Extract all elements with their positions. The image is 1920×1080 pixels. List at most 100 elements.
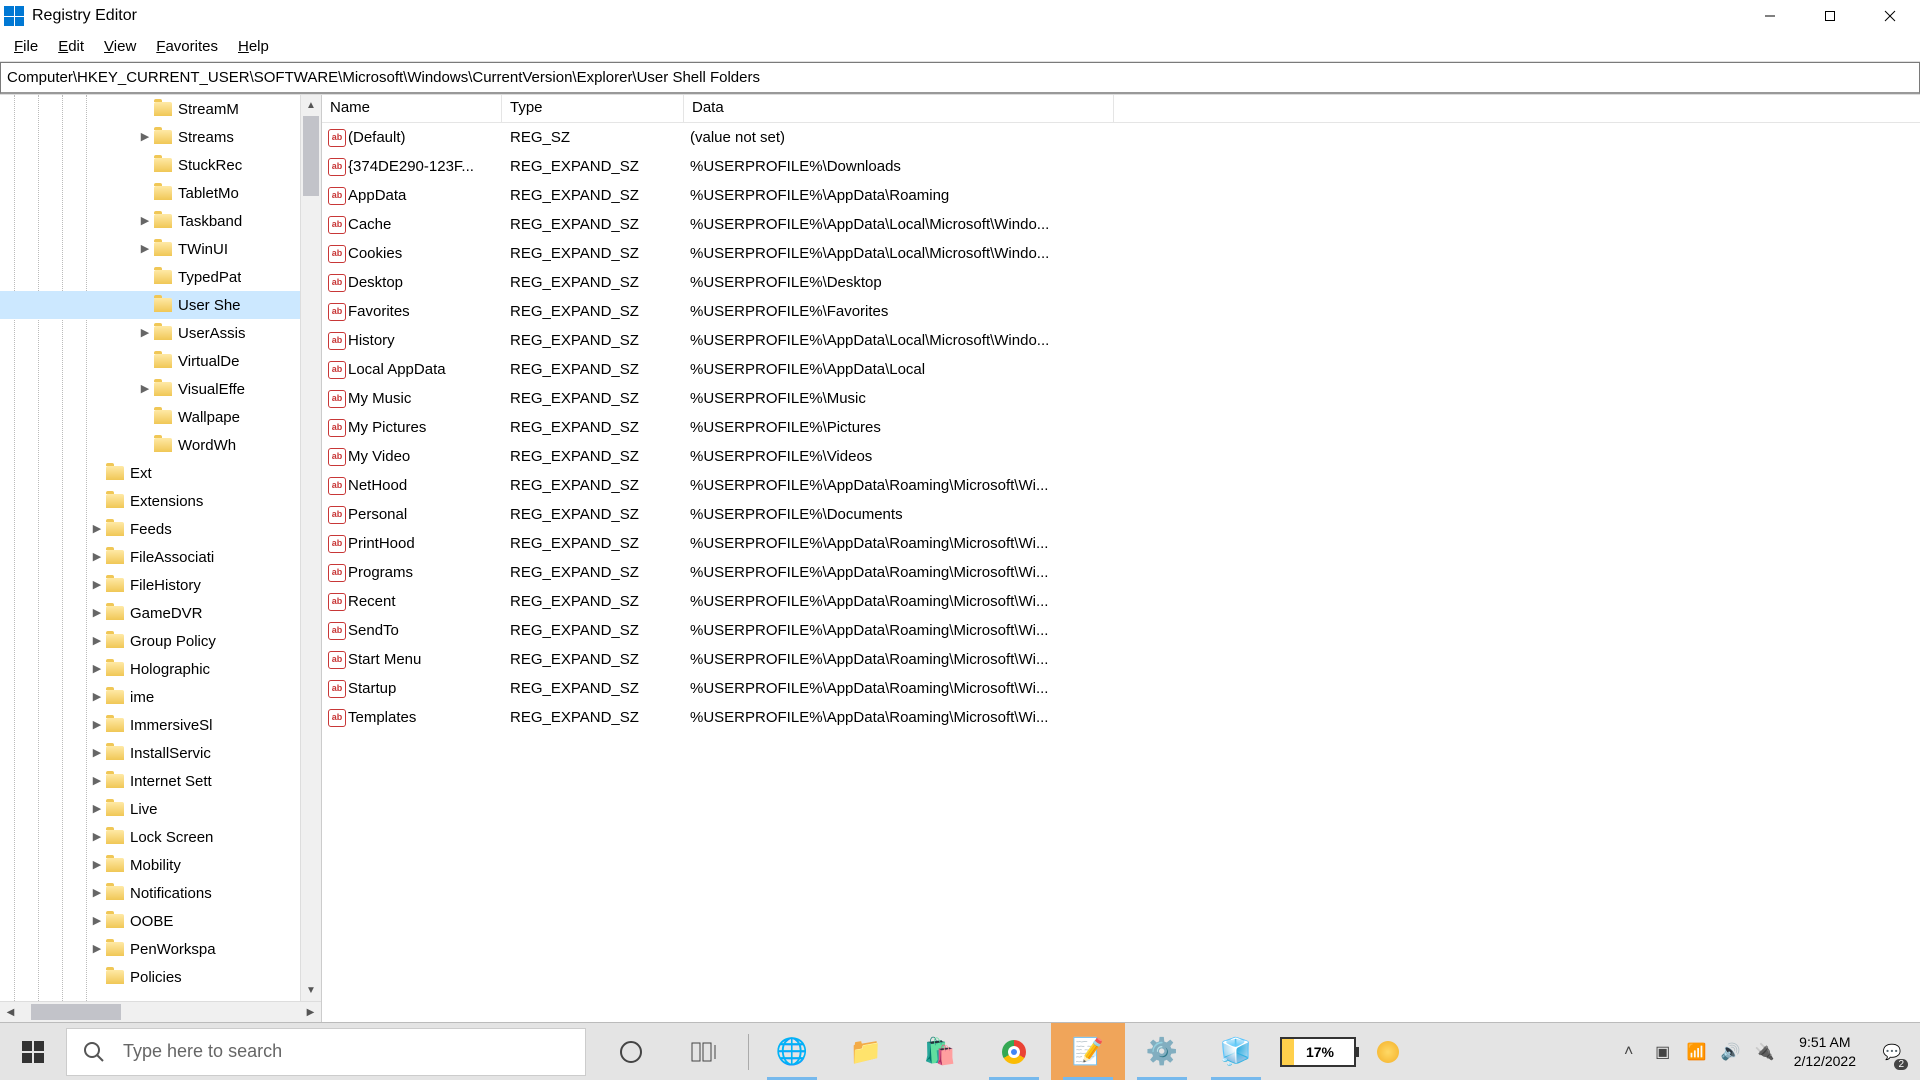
taskbar-app-store[interactable]: 🛍️ xyxy=(903,1023,977,1080)
expand-icon[interactable]: ▶ xyxy=(137,214,153,227)
column-type[interactable]: Type xyxy=(502,95,684,122)
tree-node[interactable]: ▶Taskband xyxy=(0,207,300,235)
tree-node[interactable]: ▶UserAssis xyxy=(0,319,300,347)
maximize-button[interactable] xyxy=(1800,0,1860,32)
minimize-button[interactable] xyxy=(1740,0,1800,32)
registry-value-row[interactable]: SendToREG_EXPAND_SZ%USERPROFILE%\AppData… xyxy=(322,616,1920,645)
tree-node[interactable]: ▶Feeds xyxy=(0,515,300,543)
tree-vertical-scrollbar[interactable]: ▲ ▼ xyxy=(300,95,321,1001)
registry-value-row[interactable]: PersonalREG_EXPAND_SZ%USERPROFILE%\Docum… xyxy=(322,500,1920,529)
tree-node[interactable]: StreamM xyxy=(0,95,300,123)
expand-icon[interactable]: ▶ xyxy=(137,382,153,395)
expand-icon[interactable]: ▶ xyxy=(89,858,105,871)
tree-node[interactable]: Policies xyxy=(0,963,300,991)
expand-icon[interactable]: ▶ xyxy=(89,550,105,563)
tree-node[interactable]: ▶Holographic xyxy=(0,655,300,683)
start-button[interactable] xyxy=(0,1023,66,1080)
scroll-thumb[interactable] xyxy=(31,1004,121,1020)
menu-edit[interactable]: Edit xyxy=(48,34,94,59)
expand-icon[interactable]: ▶ xyxy=(89,886,105,899)
registry-value-row[interactable]: DesktopREG_EXPAND_SZ%USERPROFILE%\Deskto… xyxy=(322,268,1920,297)
registry-value-row[interactable]: My PicturesREG_EXPAND_SZ%USERPROFILE%\Pi… xyxy=(322,413,1920,442)
scroll-thumb[interactable] xyxy=(303,116,319,196)
registry-value-row[interactable]: FavoritesREG_EXPAND_SZ%USERPROFILE%\Favo… xyxy=(322,297,1920,326)
cortana-button[interactable] xyxy=(594,1023,668,1080)
menu-file[interactable]: File xyxy=(4,34,48,59)
tree-node[interactable]: ▶VisualEffe xyxy=(0,375,300,403)
registry-value-row[interactable]: (Default)REG_SZ(value not set) xyxy=(322,123,1920,152)
taskbar-battery-widget[interactable]: 17% xyxy=(1273,1023,1363,1080)
registry-value-row[interactable]: ProgramsREG_EXPAND_SZ%USERPROFILE%\AppDa… xyxy=(322,558,1920,587)
menu-help[interactable]: Help xyxy=(228,34,279,59)
tree-node[interactable]: ▶Live xyxy=(0,795,300,823)
registry-value-row[interactable]: CacheREG_EXPAND_SZ%USERPROFILE%\AppData\… xyxy=(322,210,1920,239)
registry-value-row[interactable]: {374DE290-123F...REG_EXPAND_SZ%USERPROFI… xyxy=(322,152,1920,181)
tree-node[interactable]: Wallpape xyxy=(0,403,300,431)
registry-value-row[interactable]: TemplatesREG_EXPAND_SZ%USERPROFILE%\AppD… xyxy=(322,703,1920,732)
registry-value-row[interactable]: HistoryREG_EXPAND_SZ%USERPROFILE%\AppDat… xyxy=(322,326,1920,355)
menu-view[interactable]: View xyxy=(94,34,146,59)
expand-icon[interactable]: ▶ xyxy=(137,130,153,143)
expand-icon[interactable]: ▶ xyxy=(89,690,105,703)
tree-node[interactable]: ▶Streams xyxy=(0,123,300,151)
action-center[interactable]: 💬 2 xyxy=(1870,1023,1914,1080)
tree-node[interactable]: ▶Mobility xyxy=(0,851,300,879)
taskbar-app-edge[interactable]: 🌐 xyxy=(755,1023,829,1080)
tree-node[interactable]: User She xyxy=(0,291,300,319)
taskbar-app-chrome[interactable] xyxy=(977,1023,1051,1080)
scroll-left-icon[interactable]: ◀ xyxy=(0,1002,21,1023)
registry-value-row[interactable]: NetHoodREG_EXPAND_SZ%USERPROFILE%\AppDat… xyxy=(322,471,1920,500)
tree-node[interactable]: ▶ImmersiveSl xyxy=(0,711,300,739)
tree-node[interactable]: ▶TWinUI xyxy=(0,235,300,263)
expand-icon[interactable]: ▶ xyxy=(137,326,153,339)
tree-node[interactable]: Ext xyxy=(0,459,300,487)
taskbar-app-regedit[interactable]: 🧊 xyxy=(1199,1023,1273,1080)
address-bar[interactable]: Computer\HKEY_CURRENT_USER\SOFTWARE\Micr… xyxy=(0,62,1920,94)
tree-node[interactable]: ▶InstallServic xyxy=(0,739,300,767)
registry-value-row[interactable]: My MusicREG_EXPAND_SZ%USERPROFILE%\Music xyxy=(322,384,1920,413)
column-name[interactable]: Name xyxy=(322,95,502,122)
tree-node[interactable]: StuckRec xyxy=(0,151,300,179)
registry-value-row[interactable]: CookiesREG_EXPAND_SZ%USERPROFILE%\AppDat… xyxy=(322,239,1920,268)
tree-node[interactable]: ▶Internet Sett xyxy=(0,767,300,795)
tree-node[interactable]: ▶GameDVR xyxy=(0,599,300,627)
expand-icon[interactable]: ▶ xyxy=(89,634,105,647)
expand-icon[interactable]: ▶ xyxy=(89,774,105,787)
tray-clock[interactable]: 9:51 AM 2/12/2022 xyxy=(1784,1033,1866,1069)
tree-node[interactable]: WordWh xyxy=(0,431,300,459)
task-view-button[interactable] xyxy=(668,1023,742,1080)
tree-node[interactable]: ▶OOBE xyxy=(0,907,300,935)
registry-value-row[interactable]: PrintHoodREG_EXPAND_SZ%USERPROFILE%\AppD… xyxy=(322,529,1920,558)
expand-icon[interactable]: ▶ xyxy=(89,522,105,535)
tray-overflow[interactable]: ˄ xyxy=(1614,1023,1644,1080)
expand-icon[interactable]: ▶ xyxy=(89,830,105,843)
close-button[interactable] xyxy=(1860,0,1920,32)
taskbar-search[interactable]: Type here to search xyxy=(66,1028,586,1076)
taskbar-app-explorer[interactable]: 📁 xyxy=(829,1023,903,1080)
expand-icon[interactable]: ▶ xyxy=(89,662,105,675)
registry-value-row[interactable]: Local AppDataREG_EXPAND_SZ%USERPROFILE%\… xyxy=(322,355,1920,384)
expand-icon[interactable]: ▶ xyxy=(89,578,105,591)
tree-node[interactable]: TabletMo xyxy=(0,179,300,207)
tray-wifi[interactable]: 📶 xyxy=(1682,1023,1712,1080)
tray-onedrive[interactable]: ▣ xyxy=(1648,1023,1678,1080)
taskbar-app-settings[interactable]: ⚙️ xyxy=(1125,1023,1199,1080)
expand-icon[interactable]: ▶ xyxy=(89,942,105,955)
tray-volume[interactable]: 🔊 xyxy=(1716,1023,1746,1080)
tray-power[interactable]: 🔌 xyxy=(1750,1023,1780,1080)
tree-node[interactable]: ▶Lock Screen xyxy=(0,823,300,851)
expand-icon[interactable]: ▶ xyxy=(89,746,105,759)
tree-node[interactable]: ▶Group Policy xyxy=(0,627,300,655)
tree-node[interactable]: ▶Notifications xyxy=(0,879,300,907)
expand-icon[interactable]: ▶ xyxy=(89,606,105,619)
expand-icon[interactable]: ▶ xyxy=(89,718,105,731)
tree-node[interactable]: VirtualDe xyxy=(0,347,300,375)
registry-value-row[interactable]: Start MenuREG_EXPAND_SZ%USERPROFILE%\App… xyxy=(322,645,1920,674)
expand-icon[interactable]: ▶ xyxy=(89,802,105,815)
expand-icon[interactable]: ▶ xyxy=(89,914,105,927)
scroll-right-icon[interactable]: ▶ xyxy=(300,1002,321,1023)
registry-value-row[interactable]: My VideoREG_EXPAND_SZ%USERPROFILE%\Video… xyxy=(322,442,1920,471)
scroll-up-icon[interactable]: ▲ xyxy=(301,95,321,116)
tree-node[interactable]: Extensions xyxy=(0,487,300,515)
taskbar-weather[interactable] xyxy=(1363,1023,1413,1080)
